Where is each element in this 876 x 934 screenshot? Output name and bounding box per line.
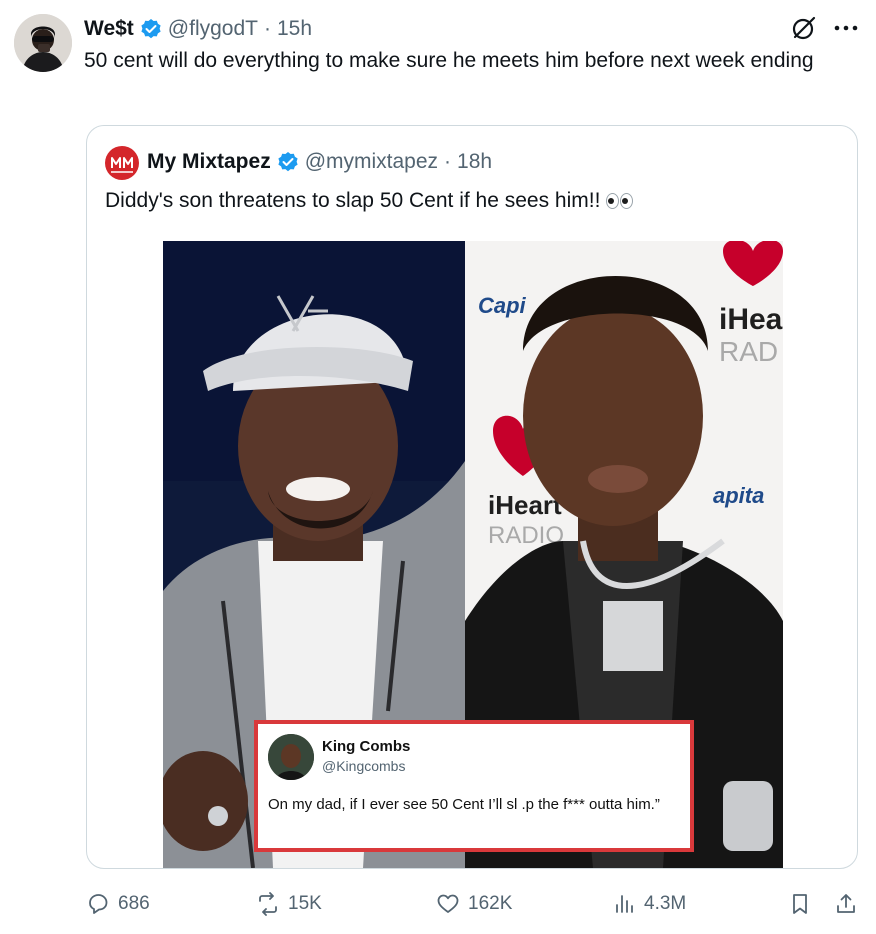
views-button[interactable]: 4.3M xyxy=(612,892,686,916)
verified-badge-icon xyxy=(278,152,298,172)
quote-text-row: Diddy's son threatens to slap 50 Cent if… xyxy=(105,186,634,216)
embedded-post-name: King Combs xyxy=(322,738,411,755)
quote-media-image[interactable]: Capi iHea RAD iHeart RADIO apita King Co… xyxy=(163,241,783,868)
repost-button[interactable]: 15K xyxy=(256,892,322,916)
eyes-emoji-icon xyxy=(606,193,634,209)
author-avatar-image xyxy=(14,14,72,72)
share-icon xyxy=(837,894,855,913)
embedded-post-handle: @Kingcombs xyxy=(322,758,406,774)
header-separator: · xyxy=(263,17,271,40)
embedded-post-avatar xyxy=(268,734,314,780)
quote-card[interactable]: My Mixtapez @mymixtapez · 18h Diddy's so… xyxy=(86,125,858,869)
views-count: 4.3M xyxy=(644,893,687,914)
author-avatar[interactable] xyxy=(14,14,72,72)
embedded-post: King Combs @Kingcombs On my dad, if I ev… xyxy=(254,720,694,852)
quote-text: Diddy's son threatens to slap 50 Cent if… xyxy=(105,189,601,212)
bookmark-icon xyxy=(793,894,807,914)
like-icon xyxy=(437,894,459,913)
grok-icon[interactable] xyxy=(790,14,818,42)
like-count: 162K xyxy=(468,893,513,914)
like-button[interactable]: 162K xyxy=(436,892,512,916)
tweet-header: We$t @flygodT · 15h xyxy=(84,16,312,42)
backdrop-text-iheart-1: iHea xyxy=(719,303,783,336)
author-handle[interactable]: @flygodT xyxy=(168,16,258,42)
tweet-text: 50 cent will do everything to make sure … xyxy=(84,49,814,72)
quote-author-name[interactable]: My Mixtapez xyxy=(147,148,271,176)
share-button[interactable] xyxy=(834,892,858,916)
views-icon xyxy=(616,895,633,913)
verified-badge-icon xyxy=(141,19,161,39)
quote-avatar[interactable] xyxy=(105,146,139,180)
embedded-post-text: On my dad, if I ever see 50 Cent I’ll sl… xyxy=(268,796,660,813)
backdrop-text-capital-2: apita xyxy=(713,483,764,508)
action-bar: 686 15K 162K 4.3M xyxy=(86,892,866,922)
bookmark-button[interactable] xyxy=(788,892,812,916)
more-icon[interactable] xyxy=(832,20,860,36)
backdrop-text-capital-1: Capi xyxy=(478,293,527,318)
quote-header: My Mixtapez @mymixtapez · 18h xyxy=(147,148,492,176)
author-name[interactable]: We$t xyxy=(84,16,134,42)
quote-header-separator: · xyxy=(444,150,452,173)
quote-time: 18h xyxy=(457,150,493,173)
reply-count: 686 xyxy=(118,893,150,914)
repost-icon xyxy=(259,892,277,916)
backdrop-text-radio-1: RAD xyxy=(719,336,778,367)
tweet-time[interactable]: 15h xyxy=(277,16,312,42)
repost-count: 15K xyxy=(288,893,322,914)
quote-author-handle[interactable]: @mymixtapez xyxy=(305,148,438,176)
reply-icon xyxy=(89,894,108,914)
reply-button[interactable]: 686 xyxy=(86,892,150,916)
